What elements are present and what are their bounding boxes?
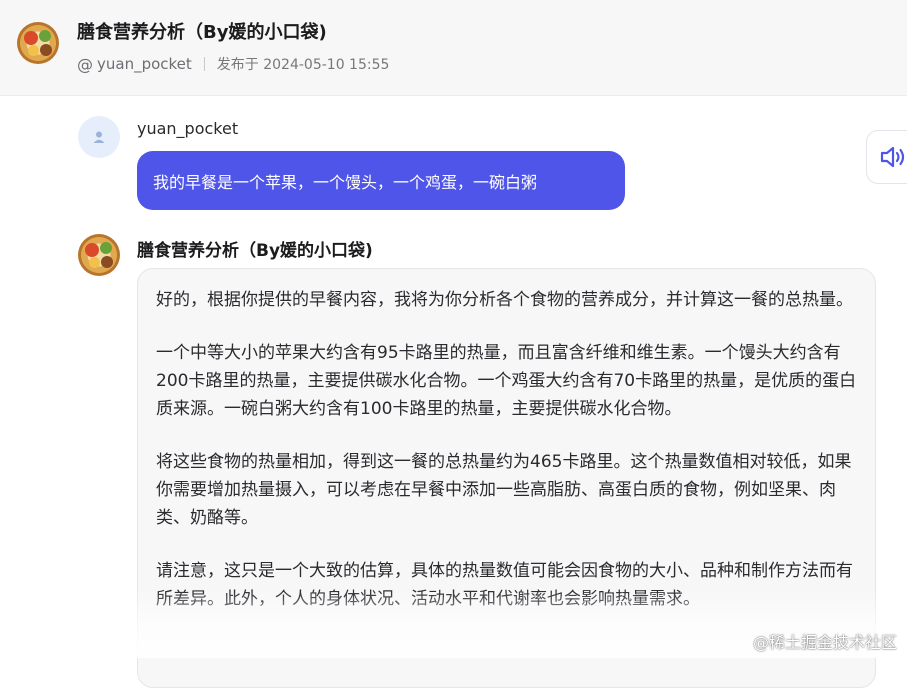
bot-name: 膳食营养分析（By媛的小口袋) xyxy=(137,241,373,261)
bot-paragraph: 好的，根据你提供的早餐内容，我将为你分析各个食物的营养成分，并计算这一餐的总热量… xyxy=(156,290,853,310)
food-plate-icon xyxy=(17,22,59,64)
at-icon: @ xyxy=(77,54,93,74)
publish-date: 发布于 2024-05-10 15:55 xyxy=(216,57,390,73)
watermark: @稀土掘金技术社区 xyxy=(752,633,897,652)
author-name[interactable]: yuan_pocket xyxy=(97,55,192,73)
bot-message-bubble: 好的，根据你提供的早餐内容，我将为你分析各个食物的营养成分，并计算这一餐的总热量… xyxy=(137,268,876,688)
bot-paragraph: 一个中等大小的苹果大约含有95卡路里的热量，而且富含纤维和维生素。一个馒头大约含… xyxy=(156,343,857,419)
user-icon xyxy=(93,131,105,143)
chat-header: 膳食营养分析（By媛的小口袋) @ yuan_pocket 发布于 2024-0… xyxy=(0,0,907,96)
page-title: 膳食营养分析（By媛的小口袋) xyxy=(77,22,327,43)
food-plate-icon xyxy=(78,234,120,276)
read-aloud-button[interactable] xyxy=(866,130,907,184)
meta-divider xyxy=(203,57,205,71)
user-name: yuan_pocket xyxy=(137,119,239,138)
user-avatar xyxy=(78,116,120,158)
bot-paragraph: 将这些食物的热量相加，得到这一餐的总热量约为465卡路里。这个热量数值相对较低，… xyxy=(156,452,852,528)
post-meta: @ yuan_pocket 发布于 2024-05-10 15:55 xyxy=(77,54,389,74)
bot-paragraph: 请注意，这只是一个大致的估算，具体的热量数值可能会因食物的大小、品种和制作方法而… xyxy=(156,561,853,609)
user-message-bubble: 我的早餐是一个苹果，一个馒头，一个鸡蛋，一碗白粥 xyxy=(137,151,625,210)
speaker-icon xyxy=(880,146,905,168)
